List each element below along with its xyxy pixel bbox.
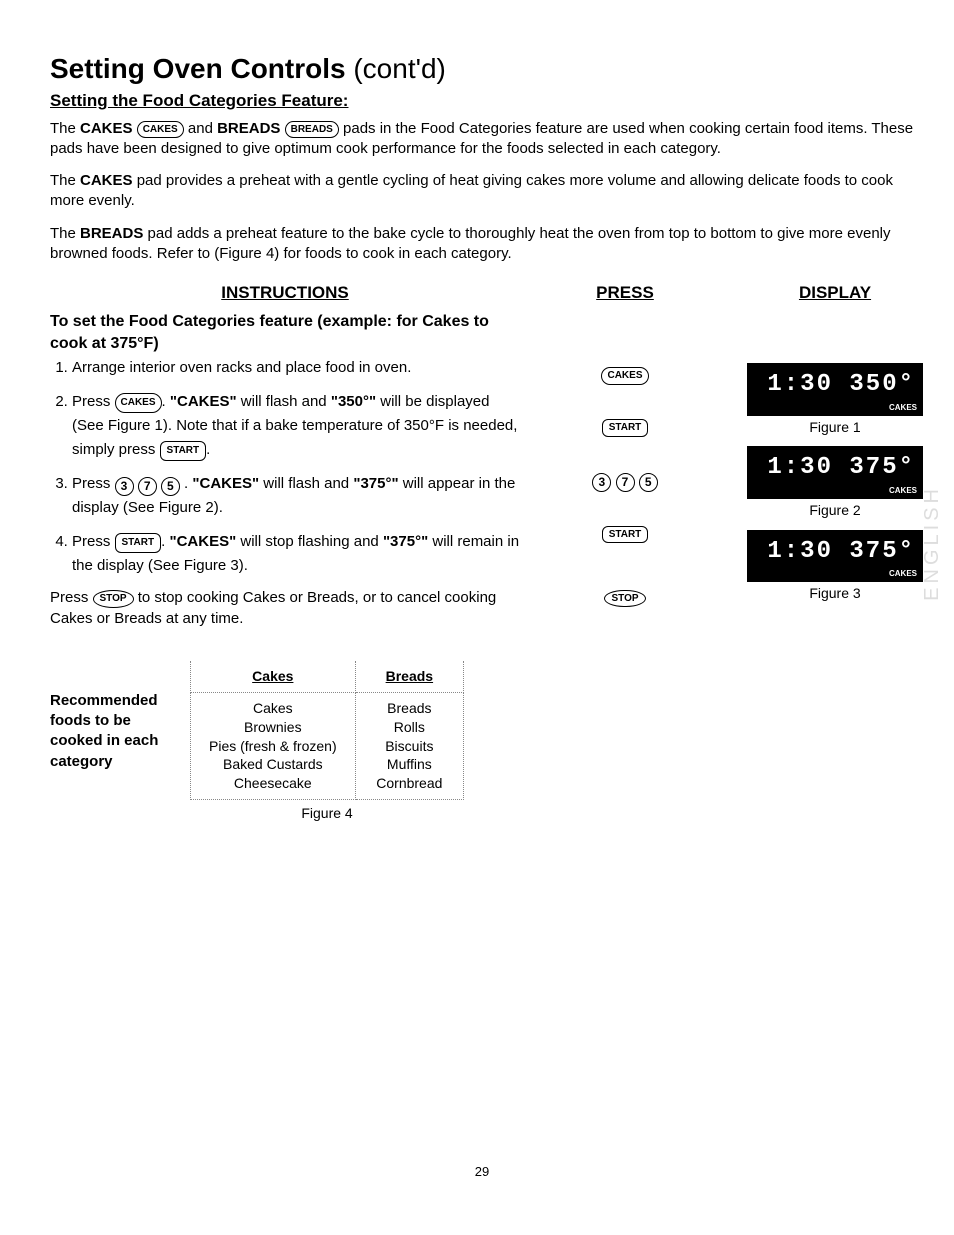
figure-4-caption: Figure 4 bbox=[190, 804, 464, 823]
cakes-items: Cakes Brownies Pies (fresh & frozen) Bak… bbox=[191, 692, 356, 799]
figure-2-caption: Figure 2 bbox=[730, 501, 940, 520]
instructions-column: INSTRUCTIONS To set the Food Categories … bbox=[50, 282, 520, 641]
press-cakes-icon: CAKES bbox=[601, 367, 648, 385]
intro-paragraph-2: The CAKES pad provides a preheat with a … bbox=[50, 171, 914, 212]
digit-7-icon: 7 bbox=[138, 477, 157, 496]
display-figure-1: 1:30 350°CAKES bbox=[747, 363, 923, 415]
cakes-header: Cakes bbox=[191, 661, 356, 692]
page-number: 29 bbox=[50, 1163, 914, 1181]
figure-3-caption: Figure 3 bbox=[730, 584, 940, 603]
intro-paragraph-3: The BREADS pad adds a preheat feature to… bbox=[50, 224, 914, 265]
digit-3-icon: 3 bbox=[115, 477, 134, 496]
start-pad-icon: START bbox=[115, 533, 162, 553]
intro-paragraph-1: The CAKES CAKES and BREADS BREADS pads i… bbox=[50, 119, 914, 160]
instructions-header: INSTRUCTIONS bbox=[50, 282, 520, 305]
press-digit-5-icon: 5 bbox=[639, 473, 658, 492]
step-2: Press CAKES. "CAKES" will flash and "350… bbox=[72, 390, 520, 462]
step-3: Press 3 7 5 . "CAKES" will flash and "37… bbox=[72, 472, 520, 520]
stop-note: Press STOP to stop cooking Cakes or Brea… bbox=[50, 588, 520, 629]
display-header: DISPLAY bbox=[730, 282, 940, 305]
title-bold: Setting Oven Controls bbox=[50, 53, 346, 84]
breads-header: Breads bbox=[355, 661, 463, 692]
stop-pad-icon: STOP bbox=[93, 590, 134, 608]
display-figure-3: 1:30 375°CAKES bbox=[747, 530, 923, 582]
press-column: PRESS CAKES START 3 7 5 START STOP bbox=[530, 282, 720, 641]
start-pad-icon: START bbox=[160, 441, 207, 461]
press-digit-3-icon: 3 bbox=[592, 473, 611, 492]
recommended-label: Recommended foods to be cooked in each c… bbox=[50, 661, 170, 772]
breads-items: Breads Rolls Biscuits Muffins Cornbread bbox=[355, 692, 463, 799]
digit-5-icon: 5 bbox=[161, 477, 180, 496]
press-start-icon: START bbox=[602, 419, 649, 437]
press-header: PRESS bbox=[530, 282, 720, 305]
page-title: Setting Oven Controls (cont'd) bbox=[50, 50, 914, 88]
section-subtitle: Setting the Food Categories Feature: bbox=[50, 90, 914, 113]
press-stop-icon: STOP bbox=[604, 590, 645, 608]
breads-pad-icon: BREADS bbox=[285, 121, 339, 139]
foods-table: Cakes Breads Cakes Brownies Pies (fresh … bbox=[190, 661, 464, 800]
press-start-icon: START bbox=[602, 526, 649, 544]
example-heading: To set the Food Categories feature (exam… bbox=[50, 311, 520, 354]
press-digit-7-icon: 7 bbox=[616, 473, 635, 492]
display-figure-2: 1:30 375°CAKES bbox=[747, 446, 923, 498]
display-column: DISPLAY 1:30 350°CAKES Figure 1 1:30 375… bbox=[730, 282, 940, 641]
step-1: Arrange interior oven racks and place fo… bbox=[72, 356, 520, 380]
foods-table-wrap: Recommended foods to be cooked in each c… bbox=[50, 661, 914, 823]
cakes-pad-icon: CAKES bbox=[137, 121, 184, 139]
side-language-label: ENGLISH bbox=[919, 485, 946, 601]
figure-1-caption: Figure 1 bbox=[730, 418, 940, 437]
title-cont: (cont'd) bbox=[346, 53, 446, 84]
steps-list: Arrange interior oven racks and place fo… bbox=[50, 356, 520, 578]
step-4: Press START. "CAKES" will stop flashing … bbox=[72, 530, 520, 578]
cakes-pad-icon: CAKES bbox=[115, 393, 162, 413]
